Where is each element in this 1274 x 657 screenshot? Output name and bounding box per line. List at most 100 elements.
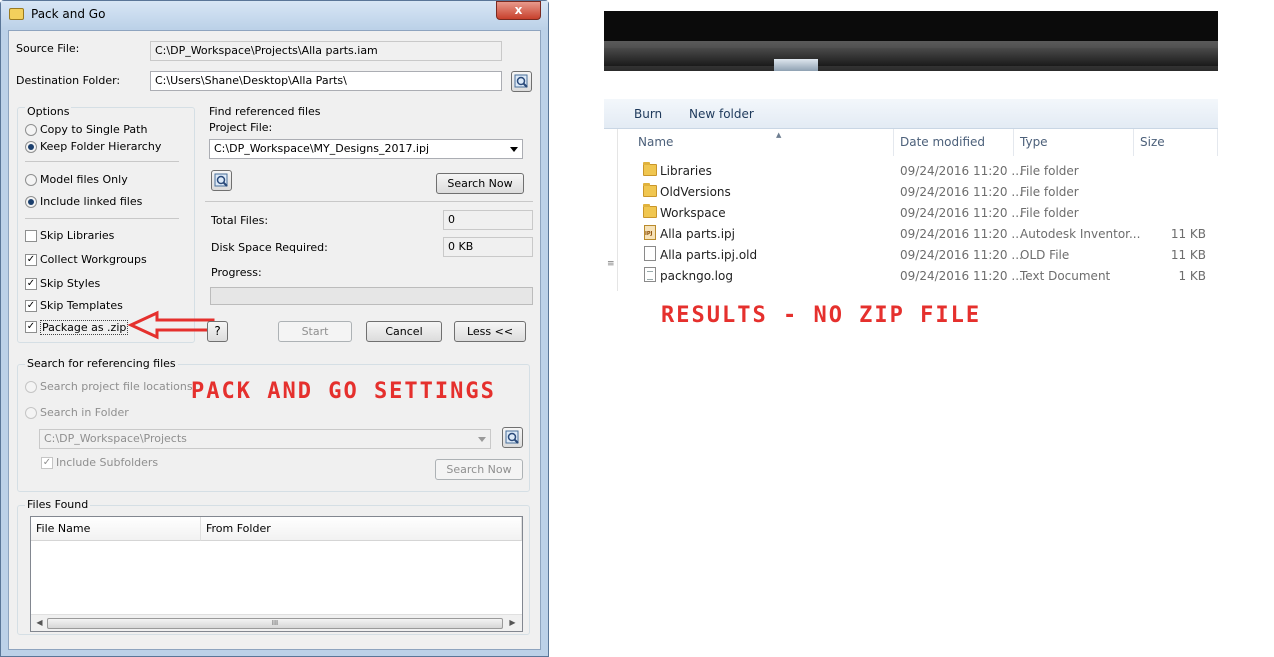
skip-styles-checkbox[interactable]: ✓	[25, 278, 37, 290]
skip-libraries-label[interactable]: Skip Libraries	[40, 229, 114, 242]
files-found-table[interactable]: File Name From Folder ◀ III ▶	[30, 516, 523, 632]
file-date: 09/24/2016 11:20 ...	[900, 185, 1023, 199]
magnifier-icon	[514, 74, 528, 88]
cancel-button[interactable]: Cancel	[366, 321, 442, 342]
source-file-label: Source File:	[16, 42, 80, 55]
referencing-folder-combo[interactable]: C:\DP_Workspace\Projects	[39, 429, 491, 449]
options-divider	[25, 218, 179, 219]
start-button[interactable]: Start	[278, 321, 352, 342]
copy-single-path-label[interactable]: Copy to Single Path	[40, 123, 147, 136]
include-linked-files-label[interactable]: Include linked files	[40, 195, 142, 208]
include-subfolders-checkbox[interactable]: ✓	[41, 457, 53, 469]
burn-button[interactable]: Burn	[634, 107, 662, 121]
keep-folder-hierarchy-label[interactable]: Keep Folder Hierarchy	[40, 140, 161, 153]
include-linked-files-radio[interactable]	[25, 196, 37, 208]
file-row[interactable]: Workspace 09/24/2016 11:20 ... File fold…	[619, 203, 1218, 224]
project-file-combo[interactable]: C:\DP_Workspace\MY_Designs_2017.ipj	[209, 139, 523, 159]
explorer-titlebar[interactable]	[604, 11, 1218, 41]
dialog-client: Source File: C:\DP_Workspace\Projects\Al…	[8, 30, 541, 650]
file-size: 11 KB	[1170, 248, 1206, 262]
model-files-only-label[interactable]: Model files Only	[40, 173, 128, 186]
file-row[interactable]: Libraries 09/24/2016 11:20 ... File fold…	[619, 161, 1218, 182]
model-files-only-radio[interactable]	[25, 174, 37, 186]
collect-workgroups-label[interactable]: Collect Workgroups	[40, 253, 147, 266]
dialog-title: Pack and Go	[31, 7, 106, 21]
options-divider	[25, 161, 179, 162]
search-in-folder-label[interactable]: Search in Folder	[40, 406, 129, 419]
new-folder-button[interactable]: New folder	[689, 107, 754, 121]
file-type: OLD File	[1020, 248, 1070, 262]
package-as-zip-checkbox[interactable]: ✓	[25, 321, 37, 333]
file-name: Libraries	[660, 164, 712, 178]
skip-templates-checkbox[interactable]: ✓	[25, 300, 37, 312]
include-subfolders-label[interactable]: Include Subfolders	[56, 456, 158, 469]
file-type: File folder	[1020, 206, 1079, 220]
file-name: packngo.log	[660, 269, 733, 283]
type-column-header[interactable]: Type	[1014, 129, 1134, 156]
destination-folder-field[interactable]: C:\Users\Shane\Desktop\Alla Parts\	[150, 71, 502, 91]
find-referenced-title: Find referenced files	[209, 105, 321, 118]
collect-workgroups-checkbox[interactable]: ✓	[25, 254, 37, 266]
scroll-left-icon[interactable]: ◀	[33, 617, 46, 629]
folder-icon	[643, 162, 657, 176]
pane-grip-icon[interactable]: ≡	[607, 259, 615, 269]
package-as-zip-label[interactable]: Package as .zip	[40, 320, 129, 335]
red-arrow-annotation	[127, 310, 215, 340]
file-type: File folder	[1020, 164, 1079, 178]
keep-folder-hierarchy-radio[interactable]	[25, 141, 37, 153]
pack-and-go-dialog: Pack and Go x Source File: C:\DP_Workspa…	[0, 0, 549, 657]
horizontal-scrollbar[interactable]: ◀ III ▶	[31, 614, 522, 631]
file-row[interactable]: Alla parts.ipj 09/24/2016 11:20 ... Auto…	[619, 224, 1218, 245]
dialog-titlebar[interactable]: Pack and Go x	[1, 1, 548, 29]
ipj-file-icon	[644, 225, 656, 240]
file-type: File folder	[1020, 185, 1079, 199]
project-locations-label[interactable]: Search project file locations	[40, 380, 193, 393]
skip-libraries-checkbox[interactable]	[25, 230, 37, 242]
date-modified-column-header[interactable]: Date modified	[894, 129, 1014, 156]
browse-project-button[interactable]	[211, 170, 232, 191]
less-button[interactable]: Less <<	[454, 321, 526, 342]
help-button[interactable]: ?	[207, 321, 228, 342]
total-files-value: 0	[443, 210, 533, 230]
skip-styles-label[interactable]: Skip Styles	[40, 277, 100, 290]
help-icon: ?	[214, 324, 221, 338]
file-row[interactable]: packngo.log 09/24/2016 11:20 ... Text Do…	[619, 266, 1218, 287]
file-name: Workspace	[660, 206, 726, 220]
search-in-folder-radio[interactable]	[25, 407, 37, 419]
explorer-window: Burn New folder ≡ ▲ Name Date modified T…	[604, 11, 1218, 291]
file-row[interactable]: OldVersions 09/24/2016 11:20 ... File fo…	[619, 182, 1218, 203]
source-file-field: C:\DP_Workspace\Projects\Alla parts.iam	[150, 41, 502, 61]
close-button[interactable]: x	[496, 1, 541, 20]
disk-space-value: 0 KB	[443, 237, 533, 257]
folder-icon	[643, 204, 657, 218]
scroll-right-icon[interactable]: ▶	[506, 617, 519, 629]
file-name: Alla parts.ipj.old	[660, 248, 758, 262]
magnifier-icon	[505, 430, 519, 444]
browse-folder-button[interactable]	[511, 71, 532, 92]
progress-label: Progress:	[211, 266, 262, 279]
pack-and-go-settings-annotation: PACK AND GO SETTINGS	[191, 379, 496, 404]
file-row[interactable]: Alla parts.ipj.old 09/24/2016 11:20 ... …	[619, 245, 1218, 266]
search-now-button[interactable]: Search Now	[436, 173, 524, 194]
from-folder-column-header[interactable]: From Folder	[201, 517, 522, 541]
total-files-label: Total Files:	[211, 214, 269, 227]
skip-templates-label[interactable]: Skip Templates	[40, 299, 123, 312]
project-file-value: C:\DP_Workspace\MY_Designs_2017.ipj	[214, 142, 430, 155]
copy-single-path-radio[interactable]	[25, 124, 37, 136]
chevron-down-icon	[510, 147, 518, 152]
text-file-icon	[644, 267, 656, 282]
referencing-search-now-button[interactable]: Search Now	[435, 459, 523, 480]
size-column-header[interactable]: Size	[1134, 129, 1218, 156]
file-name-column-header[interactable]: File Name	[31, 517, 201, 541]
file-date: 09/24/2016 11:20 ...	[900, 206, 1023, 220]
file-name: Alla parts.ipj	[660, 227, 736, 241]
name-column-header[interactable]: Name	[632, 129, 894, 156]
navigation-pane-edge[interactable]: ≡	[604, 129, 618, 291]
explorer-toolbar: Burn New folder	[604, 99, 1218, 129]
scroll-thumb[interactable]: III	[47, 618, 503, 629]
browse-referencing-button[interactable]	[502, 427, 523, 448]
project-file-label: Project File:	[209, 121, 273, 134]
explorer-address-bar[interactable]	[604, 41, 1218, 71]
address-field[interactable]	[604, 48, 1218, 66]
project-locations-radio[interactable]	[25, 381, 37, 393]
